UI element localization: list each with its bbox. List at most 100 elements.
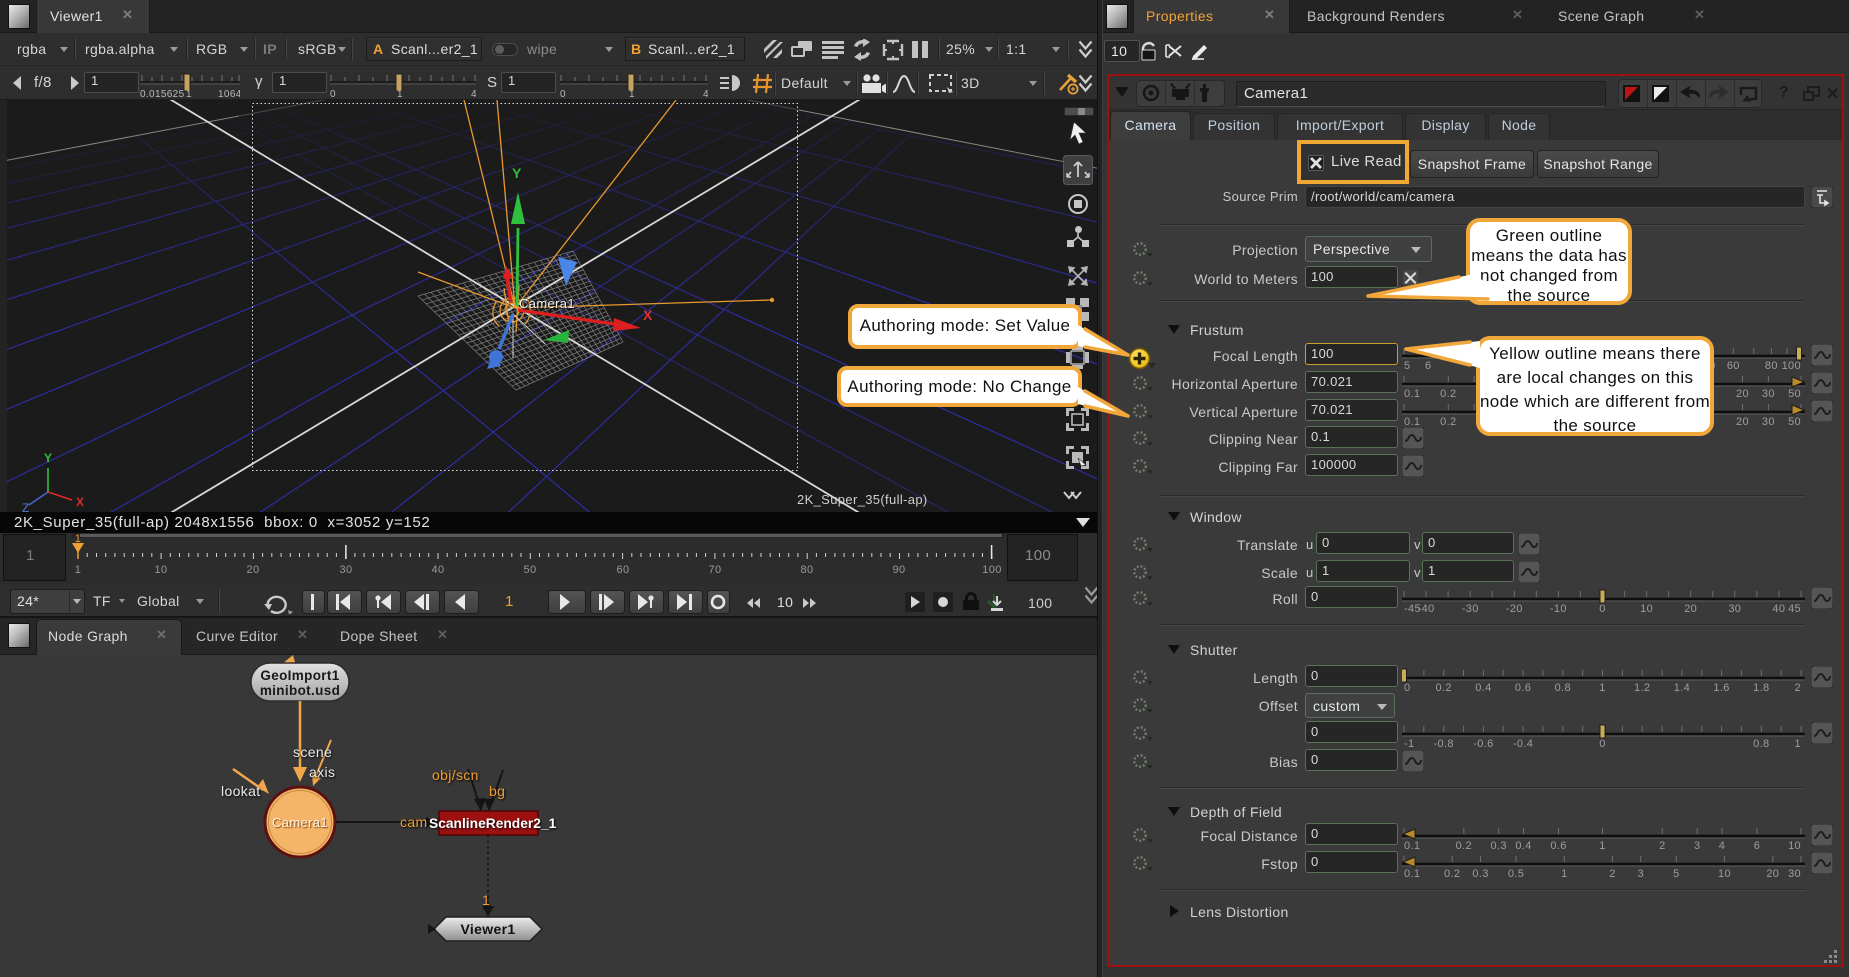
svg-text:cam: cam: [400, 814, 428, 830]
svg-text:-40: -40: [1418, 603, 1435, 615]
svg-text:1.8: 1.8: [1753, 682, 1769, 694]
svg-text:0.3: 0.3: [1472, 868, 1488, 880]
svg-text:1: 1: [1599, 840, 1605, 852]
svg-text:80: 80: [801, 564, 814, 576]
svg-text:3: 3: [1694, 840, 1700, 852]
svg-text:0.015625: 0.015625: [140, 89, 185, 98]
svg-text:Camera1: Camera1: [519, 296, 575, 311]
svg-text:1064: 1064: [218, 89, 240, 98]
svg-text:0: 0: [1599, 738, 1605, 750]
svg-text:3: 3: [1637, 868, 1643, 880]
svg-text:100: 100: [982, 564, 1001, 576]
svg-text:0.8: 0.8: [1753, 738, 1769, 750]
svg-text:1.4: 1.4: [1674, 682, 1690, 694]
svg-text:0.3: 0.3: [1491, 840, 1507, 852]
svg-text:4: 4: [471, 89, 476, 98]
svg-text:bg: bg: [489, 783, 505, 799]
svg-text:60: 60: [617, 564, 630, 576]
svg-text:-0.6: -0.6: [1473, 738, 1493, 750]
svg-text:50: 50: [524, 564, 537, 576]
svg-text:axis: axis: [309, 764, 335, 780]
svg-text:80: 80: [1765, 360, 1778, 372]
svg-text:30: 30: [1762, 416, 1775, 428]
svg-text:90: 90: [893, 564, 906, 576]
svg-text:30: 30: [1762, 388, 1775, 400]
svg-text:30: 30: [1728, 603, 1741, 615]
svg-text:20: 20: [1736, 416, 1749, 428]
svg-text:2K_Super_35(full-ap): 2K_Super_35(full-ap): [797, 492, 928, 507]
svg-text:GeoImport1: GeoImport1: [260, 668, 339, 683]
svg-text:Y: Y: [44, 451, 52, 465]
svg-text:2: 2: [1659, 840, 1665, 852]
svg-text:45: 45: [1788, 603, 1801, 615]
svg-text:1: 1: [629, 89, 635, 98]
svg-text:1: 1: [1795, 738, 1801, 750]
svg-text:-1: -1: [1404, 738, 1414, 750]
svg-text:40: 40: [432, 564, 445, 576]
svg-text:Y: Y: [512, 165, 522, 181]
svg-text:1: 1: [1599, 682, 1605, 694]
svg-text:0: 0: [1599, 603, 1605, 615]
svg-text:10: 10: [1788, 840, 1801, 852]
svg-text:0.5: 0.5: [1508, 868, 1524, 880]
svg-text:20: 20: [1684, 603, 1697, 615]
svg-text:minibot.usd: minibot.usd: [260, 683, 340, 698]
svg-text:0.2: 0.2: [1440, 416, 1456, 428]
svg-text:lookat: lookat: [221, 783, 260, 799]
svg-text:2: 2: [1795, 682, 1801, 694]
svg-text:70: 70: [709, 564, 722, 576]
svg-text:20: 20: [1766, 868, 1779, 880]
svg-text:6: 6: [1425, 360, 1431, 372]
svg-text:0.2: 0.2: [1444, 868, 1460, 880]
svg-text:Camera1: Camera1: [272, 815, 328, 830]
svg-text:40: 40: [1772, 603, 1785, 615]
svg-text:-20: -20: [1506, 603, 1523, 615]
svg-text:0: 0: [1404, 682, 1410, 694]
svg-text:1: 1: [1561, 868, 1567, 880]
svg-text:0.1: 0.1: [1404, 388, 1420, 400]
svg-text:1: 1: [482, 892, 490, 908]
svg-text:5: 5: [1404, 360, 1410, 372]
svg-text:0.1: 0.1: [1404, 868, 1420, 880]
svg-text:-30: -30: [1462, 603, 1479, 615]
svg-text:4: 4: [703, 89, 708, 98]
svg-text:obj/scn: obj/scn: [432, 767, 479, 783]
svg-text:60: 60: [1727, 360, 1740, 372]
svg-text:1.2: 1.2: [1634, 682, 1650, 694]
svg-text:0.2: 0.2: [1440, 388, 1456, 400]
svg-text:30: 30: [1788, 868, 1801, 880]
svg-text:10: 10: [155, 564, 168, 576]
svg-text:10: 10: [1640, 603, 1653, 615]
svg-text:50: 50: [1788, 416, 1801, 428]
svg-text:1: 1: [397, 89, 403, 98]
svg-text:0.2: 0.2: [1456, 840, 1472, 852]
svg-text:20: 20: [1736, 388, 1749, 400]
svg-text:X: X: [643, 307, 653, 323]
svg-text:1.6: 1.6: [1713, 682, 1729, 694]
svg-text:X: X: [76, 495, 84, 509]
svg-text:0.1: 0.1: [1404, 840, 1420, 852]
svg-text:-0.8: -0.8: [1434, 738, 1454, 750]
svg-text:0.6: 0.6: [1515, 682, 1531, 694]
svg-text:1: 1: [186, 89, 192, 98]
svg-text:5: 5: [1673, 868, 1679, 880]
svg-text:0.4: 0.4: [1515, 840, 1531, 852]
svg-text:0.4: 0.4: [1475, 682, 1491, 694]
svg-text:6: 6: [1754, 840, 1760, 852]
svg-text:0.8: 0.8: [1555, 682, 1571, 694]
svg-text:0.2: 0.2: [1436, 682, 1452, 694]
svg-text:0: 0: [560, 89, 566, 98]
svg-text:2: 2: [1609, 868, 1615, 880]
svg-text:Z: Z: [22, 501, 30, 512]
svg-text:100: 100: [1782, 360, 1801, 372]
svg-text:ScanlineRender2_1: ScanlineRender2_1: [429, 816, 557, 831]
svg-text:10: 10: [1718, 868, 1731, 880]
svg-text:scene: scene: [293, 744, 332, 760]
svg-text:0.6: 0.6: [1550, 840, 1566, 852]
svg-text:50: 50: [1788, 388, 1801, 400]
svg-text:4: 4: [1719, 840, 1725, 852]
svg-text:-0.4: -0.4: [1513, 738, 1533, 750]
svg-text:30: 30: [340, 564, 353, 576]
svg-text:-10: -10: [1550, 603, 1567, 615]
svg-text:1: 1: [75, 564, 81, 576]
